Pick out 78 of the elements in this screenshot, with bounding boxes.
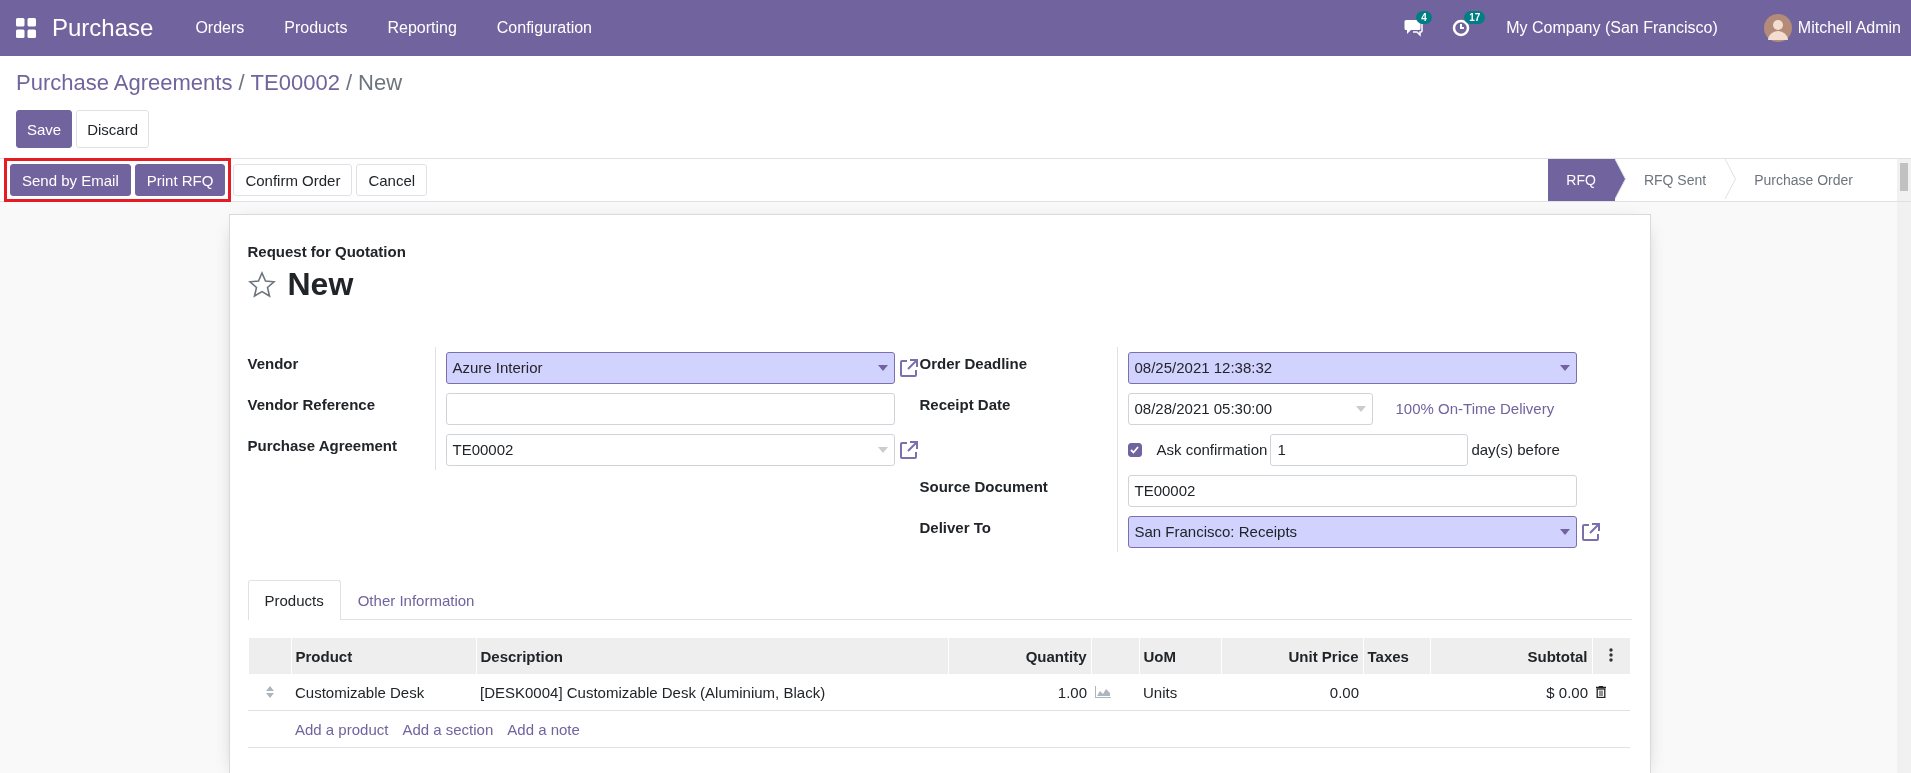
user-menu[interactable]: Mitchell Admin	[1797, 19, 1901, 37]
column-header[interactable]: Unit Price	[1221, 638, 1363, 674]
field-label: Deliver To	[919, 511, 1118, 552]
caret-icon	[1559, 364, 1570, 371]
breadcrumb-current: New	[358, 70, 403, 97]
column-header[interactable]: Subtotal	[1430, 638, 1592, 674]
action-button[interactable]: Print RFQ	[134, 164, 226, 196]
more-options-icon[interactable]	[1609, 647, 1614, 662]
on-time-link[interactable]: 100% On-Time Delivery	[1395, 400, 1555, 417]
field-label: Vendor	[247, 347, 436, 388]
breadcrumb-link[interactable]: Purchase Agreements	[16, 70, 233, 98]
caret-icon	[1355, 405, 1366, 412]
menu-item[interactable]: Products	[264, 19, 368, 37]
checkbox[interactable]	[1127, 442, 1142, 457]
table-cell: 1.00	[948, 674, 1091, 711]
apps-menu-icon[interactable]	[16, 18, 36, 38]
table-cell: Units	[1139, 674, 1221, 711]
record-title: New	[287, 266, 354, 303]
add-line-link[interactable]: Add a product	[295, 720, 389, 738]
field-suffix: day(s) before	[1471, 441, 1560, 458]
tab[interactable]: Other Information	[340, 580, 492, 620]
input-field[interactable]	[445, 392, 895, 425]
field-label: Receipt Date	[919, 388, 1118, 429]
column-header[interactable]: Quantity	[948, 638, 1091, 674]
star-icon[interactable]	[247, 270, 276, 299]
action-button[interactable]: Send by Email	[10, 164, 131, 196]
column-header[interactable]: UoM	[1139, 638, 1221, 674]
table-cell: 0.00	[1221, 674, 1363, 711]
table-cell: [DESK0004] Customizable Desk (Aluminium, Black)	[476, 674, 948, 711]
notification-badge: 17	[1464, 11, 1486, 24]
menu-item[interactable]: Configuration	[476, 19, 612, 37]
breadcrumb-link[interactable]: TE00002	[250, 70, 340, 98]
caret-icon	[877, 364, 888, 371]
company-switcher[interactable]: My Company (San Francisco)	[1506, 19, 1718, 37]
caret-icon	[1559, 528, 1570, 535]
field-label: Purchase Agreement	[247, 429, 436, 470]
scrollbar[interactable]	[1897, 159, 1911, 201]
scrollbar[interactable]	[1897, 202, 1911, 773]
dropdown-field[interactable]: 08/28/2021 05:30:00	[1127, 392, 1373, 425]
tab[interactable]: Products	[247, 580, 341, 620]
input-field[interactable]: TE00002	[1127, 474, 1577, 507]
form-subtitle: Request for Quotation	[247, 243, 407, 260]
menu-item[interactable]: Reporting	[367, 19, 477, 37]
add-line-link[interactable]: Add a section	[402, 720, 494, 738]
dropdown-field[interactable]: San Francisco: Receipts	[1127, 515, 1577, 548]
avatar-icon[interactable]	[1763, 14, 1792, 42]
table-cell: $ 0.00	[1430, 674, 1592, 711]
dropdown-field[interactable]: Azure Interior	[445, 351, 895, 384]
column-header[interactable]: Taxes	[1363, 638, 1430, 674]
app-name[interactable]: Purchase	[52, 14, 154, 42]
input-field[interactable]: 1	[1270, 433, 1469, 466]
caret-icon	[877, 446, 888, 453]
drag-handle-icon[interactable]	[265, 685, 274, 698]
column-header[interactable]: Description	[476, 638, 948, 674]
checkbox-label: Ask confirmation	[1156, 441, 1268, 458]
breadcrumb-separator: /	[345, 70, 352, 97]
menu-item[interactable]: Orders	[175, 19, 265, 37]
add-line-link[interactable]: Add a note	[507, 720, 580, 738]
external-link-icon[interactable]	[897, 356, 920, 379]
form-button[interactable]: Save	[16, 110, 73, 148]
field-label: Source Document	[919, 470, 1118, 511]
breadcrumb-separator: /	[238, 70, 245, 97]
dropdown-field[interactable]: 08/25/2021 12:38:32	[1127, 351, 1577, 384]
table-cell: Customizable Desk	[291, 674, 476, 711]
action-button[interactable]: Confirm Order	[233, 164, 353, 196]
trash-icon[interactable]	[1596, 685, 1606, 698]
chat-icon[interactable]	[1404, 19, 1425, 37]
field-label: Order Deadline	[919, 347, 1118, 388]
notification-badge: 4	[1416, 11, 1432, 24]
external-link-icon[interactable]	[1579, 520, 1602, 543]
status-step[interactable]: RFQ	[1548, 159, 1626, 201]
form-button[interactable]: Discard	[76, 110, 150, 148]
action-button[interactable]: Cancel	[356, 164, 428, 196]
external-link-icon[interactable]	[897, 438, 920, 461]
clock-icon[interactable]	[1452, 19, 1471, 37]
field-label: Vendor Reference	[247, 388, 436, 429]
column-header[interactable]: Product	[291, 638, 476, 674]
dropdown-field[interactable]: TE00002	[445, 433, 895, 466]
